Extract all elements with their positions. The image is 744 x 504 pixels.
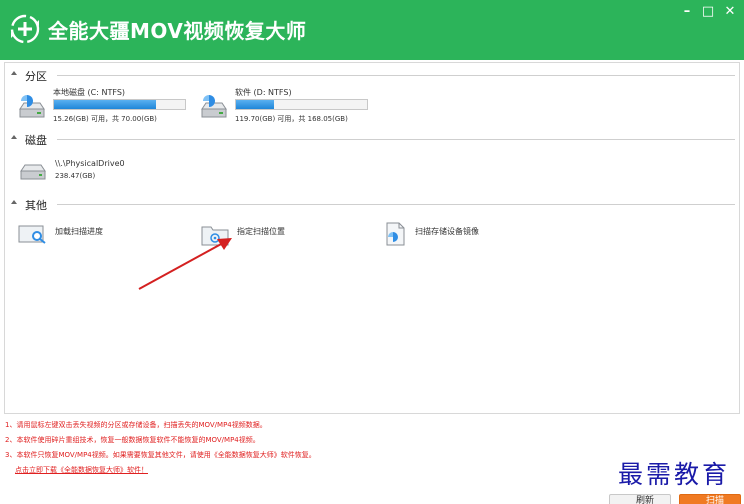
refresh-button-label: 刷新	[636, 496, 655, 504]
title-bar: 全能大疆MOV视频恢复大师 – □ ✕	[0, 0, 744, 60]
instruction-line: 3、本软件只恢复MOV/MP4视频。如果需要恢复其他文件，请使用《全能数据恢复大…	[5, 451, 316, 459]
watermark: 最需教育	[618, 460, 731, 489]
app-title: 全能大疆MOV视频恢复大师	[48, 19, 307, 43]
scan-button-label: 扫描	[706, 496, 725, 504]
close-button[interactable]: ✕	[722, 4, 738, 20]
download-link[interactable]: 点击立即下载《全能数据恢复大师》软件！	[15, 465, 148, 475]
maximize-button[interactable]: □	[700, 4, 716, 20]
instruction-line: 2、本软件使用碎片重组技术，恢复一般数据恢复软件不能恢复的MOV/MP4视频。	[5, 436, 260, 444]
refresh-button[interactable]: 刷新	[609, 494, 671, 504]
device-panel: 分区 本地磁盘 (C: NTFS) 15.26(GB) 可用，共 70.00(G…	[4, 62, 740, 414]
minimize-button[interactable]: –	[679, 4, 695, 20]
scan-button[interactable]: 扫描	[679, 494, 741, 504]
annotation-arrow	[138, 238, 232, 290]
instruction-line: 1、请用鼠标左键双击丢失视频的分区或存储设备，扫描丢失的MOV/MP4视频数据。	[5, 421, 267, 429]
app-logo-icon	[10, 14, 40, 44]
